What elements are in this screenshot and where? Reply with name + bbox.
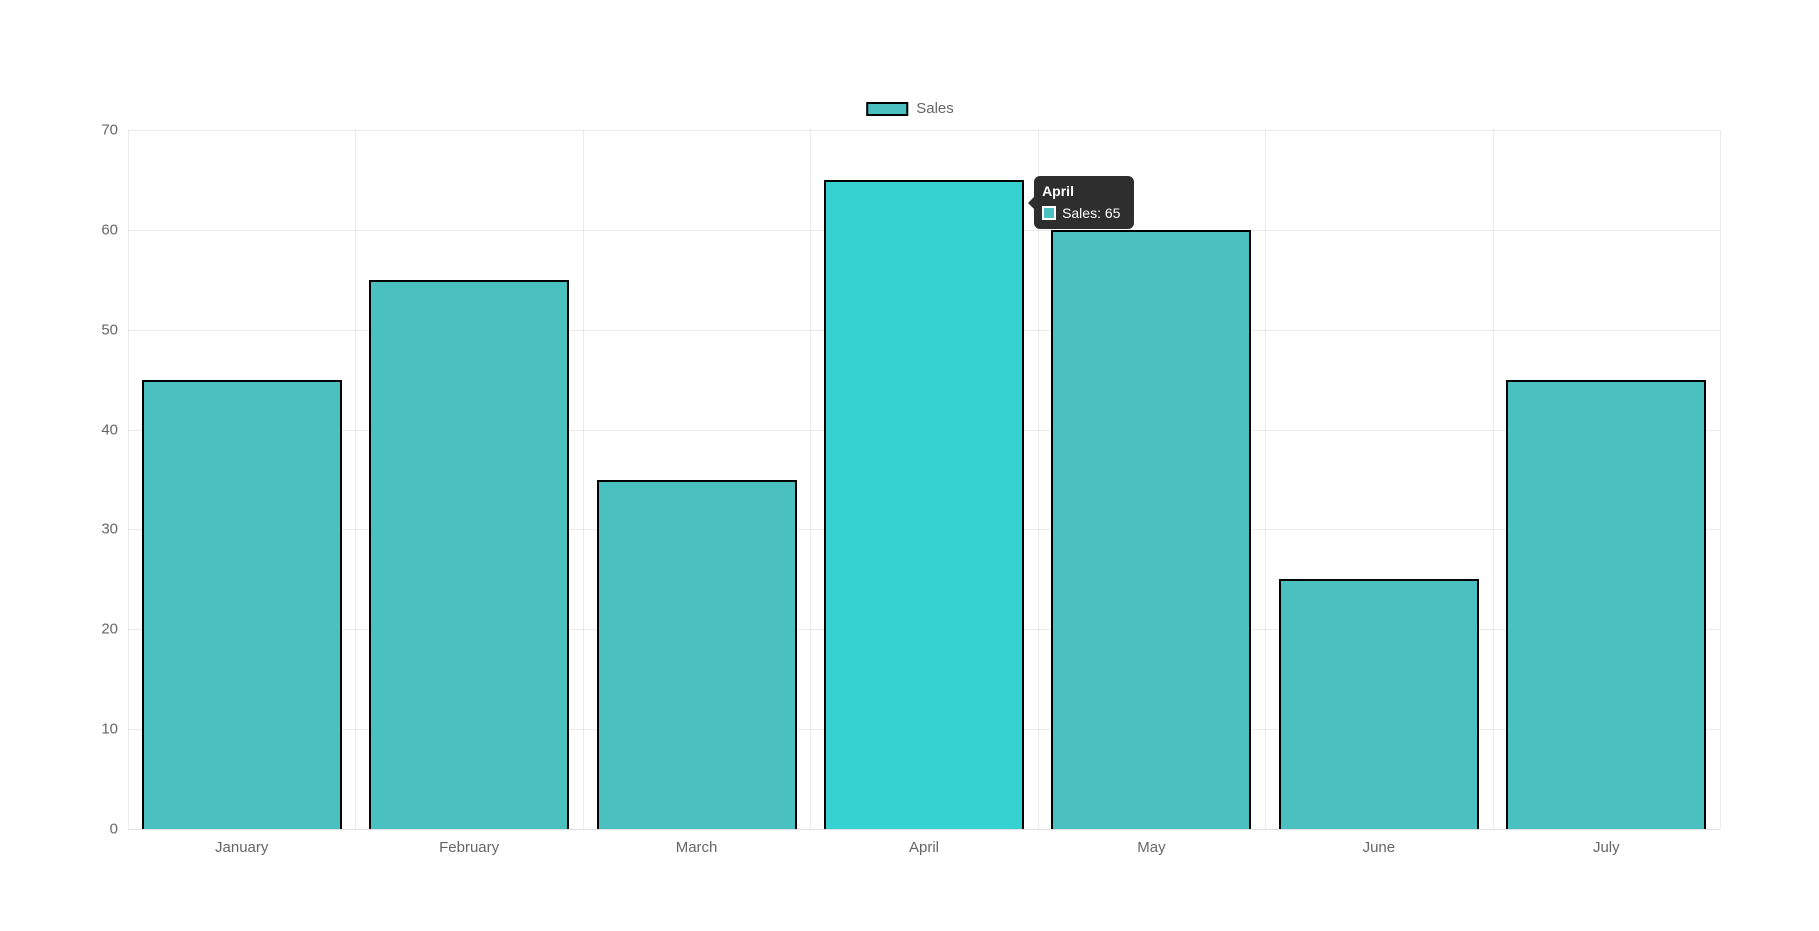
bar-april[interactable]: [824, 180, 1024, 829]
x-tick-label: January: [215, 839, 268, 856]
grid-line-v: [1038, 130, 1039, 829]
y-tick-label: 30: [101, 521, 118, 538]
y-tick-label: 70: [101, 122, 118, 139]
grid-line-v: [810, 130, 811, 829]
tooltip-body: Sales: 65: [1042, 204, 1126, 224]
legend-item-sales[interactable]: Sales: [866, 100, 954, 117]
x-tick-label: June: [1363, 839, 1396, 856]
tooltip-title: April: [1042, 182, 1126, 202]
bar-june[interactable]: [1279, 579, 1479, 829]
x-tick-label: March: [676, 839, 718, 856]
x-tick-label: April: [909, 839, 939, 856]
grid-line-v: [128, 130, 129, 829]
bar-march[interactable]: [597, 480, 797, 830]
grid-line-h: [128, 130, 1720, 131]
grid-line-v: [1720, 130, 1721, 829]
tooltip-value: Sales: 65: [1062, 204, 1120, 224]
x-tick-label: May: [1137, 839, 1165, 856]
x-tick-label: July: [1593, 839, 1620, 856]
bar-may[interactable]: [1051, 230, 1251, 829]
bar-february[interactable]: [369, 280, 569, 829]
y-tick-label: 10: [101, 721, 118, 738]
legend-label: Sales: [916, 100, 954, 117]
legend-swatch-icon: [866, 102, 908, 116]
bar-january[interactable]: [142, 380, 342, 829]
bar-july[interactable]: [1506, 380, 1706, 829]
plot-area: 010203040506070JanuaryFebruaryMarchApril…: [128, 130, 1720, 830]
tooltip: AprilSales: 65: [1034, 176, 1134, 229]
y-tick-label: 40: [101, 421, 118, 438]
y-tick-label: 60: [101, 221, 118, 238]
tooltip-swatch-icon: [1042, 206, 1056, 220]
y-tick-label: 20: [101, 621, 118, 638]
grid-line-v: [583, 130, 584, 829]
y-tick-label: 0: [110, 821, 118, 838]
bar-chart: Sales 010203040506070JanuaryFebruaryMarc…: [90, 100, 1730, 860]
x-tick-label: February: [439, 839, 499, 856]
grid-line-v: [1493, 130, 1494, 829]
grid-line-v: [355, 130, 356, 829]
y-tick-label: 50: [101, 321, 118, 338]
grid-line-v: [1265, 130, 1266, 829]
